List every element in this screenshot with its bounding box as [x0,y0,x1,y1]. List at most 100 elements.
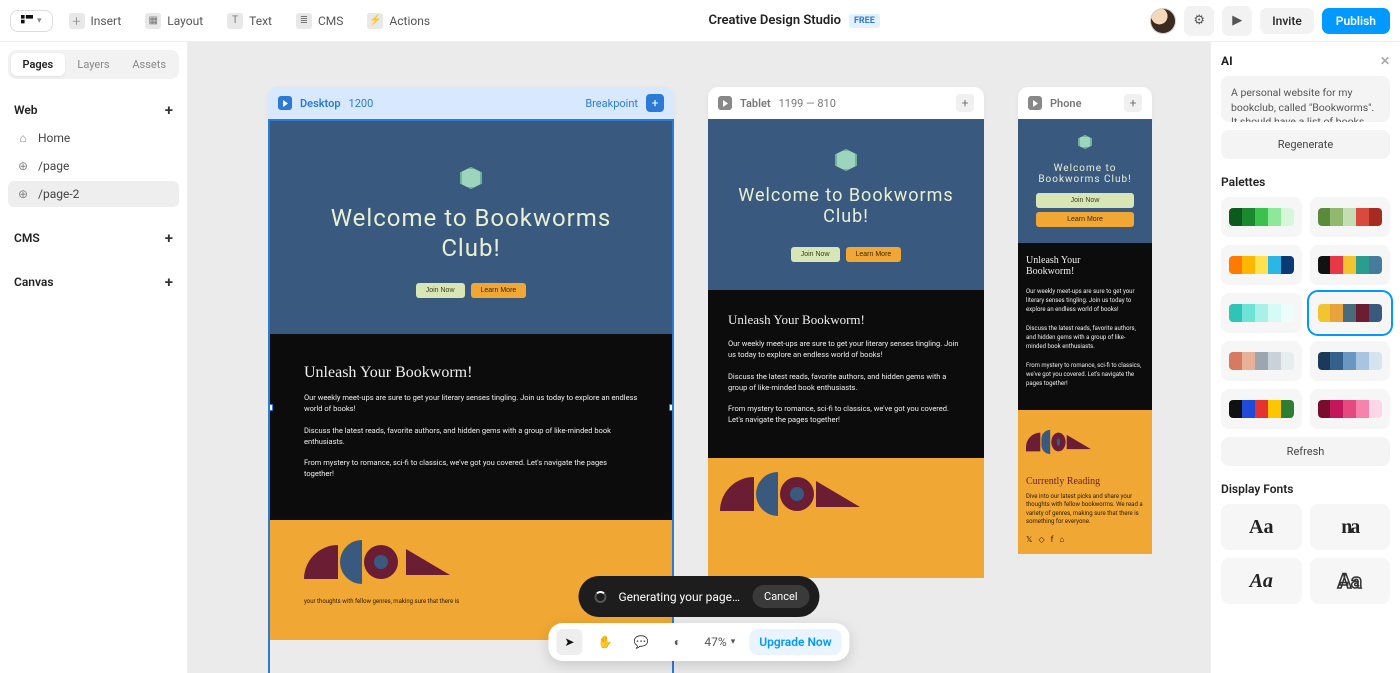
app-menu[interactable]: ▾ [10,10,53,32]
chevron-down-icon: ▾ [37,16,42,26]
text-icon: T [227,13,243,29]
frame-name: Desktop [300,97,341,110]
zoom-control[interactable]: 47%▾ [700,635,739,649]
tab-pages[interactable]: Pages [11,53,65,76]
moon-icon: ◐ [674,635,681,649]
palette-option[interactable] [1221,245,1302,285]
canvas[interactable]: Desktop 1200 Breakpoint + Welcome to Boo… [188,42,1210,673]
text-menu[interactable]: TText [219,9,280,33]
font-option[interactable]: Aa [1221,558,1302,604]
hero-title: Welcome to Bookworms Club! [1024,163,1146,185]
publish-button[interactable]: Publish [1322,8,1390,34]
play-icon [718,96,732,110]
regenerate-button[interactable]: Regenerate [1221,130,1390,159]
add-breakpoint-button[interactable]: + [646,94,664,112]
facebook-icon[interactable]: f [1051,535,1054,544]
frame-name: Tablet [740,97,771,110]
social-icons[interactable]: 𝕏 ◇ f ⌂ [1026,535,1144,544]
section-heading: Unleash Your Bookworm! [304,364,638,382]
globe-icon: ⊕ [16,187,30,201]
fonts-label: Display Fonts [1221,482,1390,496]
settings-button[interactable]: ⚙ [1184,6,1214,36]
add-cms-button[interactable]: + [165,229,173,247]
learn-button[interactable]: Learn More [1036,212,1134,227]
bolt-icon: ⚡ [367,13,383,29]
site-logo-icon [460,167,482,189]
page-2[interactable]: ⊕/page-2 [8,181,179,207]
body-text: Our weekly meet-ups are sure to get your… [728,338,964,361]
dark-mode-toggle[interactable]: ◐ [664,629,690,655]
join-button[interactable]: Join Now [416,283,465,298]
globe-icon: ⊕ [16,159,30,173]
decorative-shapes [1026,430,1091,454]
generating-toast: Generating your page… Cancel [578,576,819,617]
comment-tool[interactable]: 💬 [628,629,654,655]
layout-menu[interactable]: ▦Layout [137,9,211,33]
close-icon[interactable]: ✕ [1380,54,1390,68]
avatar[interactable] [1150,8,1176,34]
gear-icon: ⚙ [1193,13,1205,28]
palette-option[interactable] [1310,197,1391,237]
select-tool[interactable]: ➤ [556,629,582,655]
tool-dock: ➤ ✋ 💬 ◐ 47%▾ Upgrade Now [548,623,849,661]
learn-button[interactable]: Learn More [846,247,902,262]
palette-option[interactable] [1310,293,1391,333]
site-logo-icon [1078,135,1092,149]
play-icon [1028,96,1042,110]
cms-icon: ≣ [296,13,312,29]
cursor-icon: ➤ [564,635,574,649]
ai-prompt[interactable]: A personal website for my bookclub, call… [1221,76,1390,122]
spinner-icon [594,591,606,603]
toast-message: Generating your page… [618,590,740,604]
font-option[interactable]: Aa [1221,504,1302,550]
palette-option[interactable] [1310,389,1391,429]
frame-phone[interactable]: Phone + Welcome to Bookworms Club! Join … [1018,87,1152,673]
join-button[interactable]: Join Now [791,247,840,262]
palette-option[interactable] [1310,341,1391,381]
body-text: Our weekly meet-ups are sure to get your… [1026,287,1144,314]
add-page-button[interactable]: + [165,101,173,119]
twitch-icon[interactable]: ⌂ [1059,535,1064,544]
add-breakpoint-button[interactable]: + [1124,94,1142,112]
section-cms: CMS [14,231,40,245]
left-sidebar: Pages Layers Assets Web+ ⌂Home ⊕/page ⊕/… [0,42,188,673]
font-option[interactable]: Aa [1310,558,1391,604]
insert-menu[interactable]: ＋Insert [61,9,130,33]
learn-button[interactable]: Learn More [471,283,527,298]
font-option[interactable]: na [1310,504,1391,550]
instagram-icon[interactable]: ◇ [1038,535,1044,544]
page-home[interactable]: ⌂Home [8,125,179,151]
preview-button[interactable]: ▶ [1222,6,1252,36]
palettes-label: Palettes [1221,175,1390,189]
palette-option[interactable] [1221,197,1302,237]
layout-icon: ▦ [145,13,161,29]
refresh-palettes-button[interactable]: Refresh [1221,437,1390,466]
palette-option[interactable] [1221,341,1302,381]
join-button[interactable]: Join Now [1036,193,1134,208]
plus-icon: ＋ [69,13,85,29]
page-1[interactable]: ⊕/page [8,153,179,179]
tab-layers[interactable]: Layers [67,53,121,76]
add-breakpoint-button[interactable]: + [956,94,974,112]
cms-menu[interactable]: ≣CMS [288,9,351,33]
body-text: Discuss the latest reads, favorite autho… [1026,324,1144,351]
add-canvas-button[interactable]: + [165,273,173,291]
site-logo-icon [835,149,857,171]
hero-title: Welcome to Bookworms Club! [722,185,970,227]
chevron-down-icon: ▾ [731,637,736,647]
palette-option[interactable] [1310,245,1391,285]
section-heading: Unleash Your Bookworm! [728,312,964,328]
ai-panel: AI✕ A personal website for my bookclub, … [1210,42,1400,673]
logo-icon [21,15,33,27]
hand-tool[interactable]: ✋ [592,629,618,655]
project-name[interactable]: Creative Design Studio [708,13,840,28]
twitter-icon[interactable]: 𝕏 [1026,535,1032,544]
home-icon: ⌂ [16,131,30,145]
actions-menu[interactable]: ⚡Actions [359,9,438,33]
invite-button[interactable]: Invite [1260,8,1314,34]
palette-option[interactable] [1221,293,1302,333]
palette-option[interactable] [1221,389,1302,429]
tab-assets[interactable]: Assets [122,53,176,76]
cancel-button[interactable]: Cancel [752,585,809,608]
upgrade-button[interactable]: Upgrade Now [749,629,841,655]
